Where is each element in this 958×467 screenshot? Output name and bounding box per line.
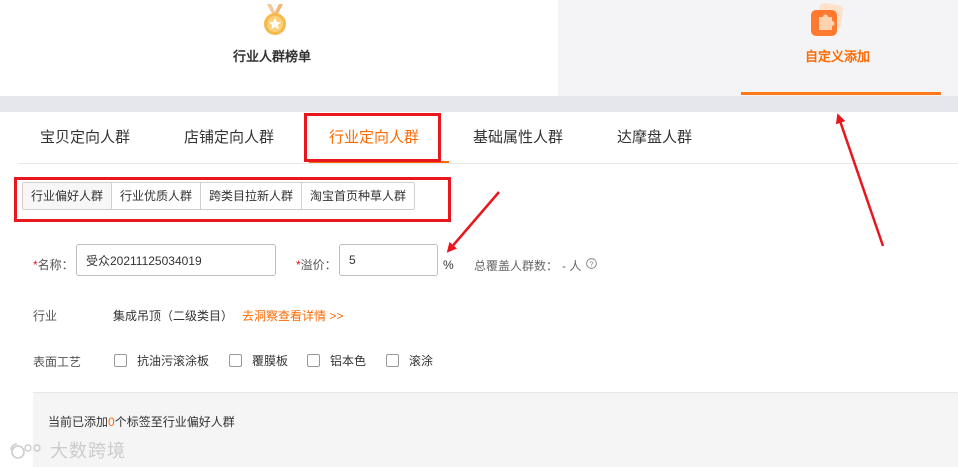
tab-industry-ranking-label: 行业人群榜单 bbox=[233, 49, 312, 64]
subtab-cross-category[interactable]: 跨类目拉新人群 bbox=[201, 183, 303, 209]
tab-custom-add[interactable]: 自定义添加 bbox=[558, 0, 958, 96]
tab-industry-targeting[interactable]: 行业定向人群 bbox=[329, 112, 419, 164]
watermark: 大数跨境 bbox=[8, 437, 126, 463]
sub-tabs: 行业偏好人群 行业优质人群 跨类目拉新人群 淘宝首页种草人群 bbox=[22, 182, 416, 210]
selected-tags-panel: 当前已添加0个标签至行业偏好人群 bbox=[33, 392, 958, 467]
section-divider bbox=[0, 96, 958, 112]
puzzle-icon bbox=[811, 3, 843, 36]
active-mode-underline bbox=[741, 92, 941, 95]
category-tabs: 宝贝定向人群 店铺定向人群 行业定向人群 基础属性人群 达摩盘人群 bbox=[18, 112, 958, 164]
mode-tabs: 行业人群榜单 自定义添加 bbox=[0, 0, 958, 96]
checkbox[interactable] bbox=[386, 354, 399, 367]
help-icon[interactable]: ? bbox=[586, 258, 597, 269]
surface-option-aluminum[interactable]: 铝本色 bbox=[307, 352, 366, 369]
premium-label: *溢价： bbox=[296, 258, 337, 272]
surface-option-roll-coating[interactable]: 滚涂 bbox=[386, 352, 433, 369]
tab-basic-attributes[interactable]: 基础属性人群 bbox=[473, 112, 563, 164]
svg-text:?: ? bbox=[589, 259, 593, 268]
checkbox[interactable] bbox=[114, 354, 127, 367]
tab-item-targeting[interactable]: 宝贝定向人群 bbox=[40, 112, 130, 164]
subtab-industry-preference[interactable]: 行业偏好人群 bbox=[23, 183, 113, 209]
medal-icon bbox=[264, 4, 286, 35]
watermark-text: 大数跨境 bbox=[50, 441, 126, 461]
surface-option-laminated[interactable]: 覆膜板 bbox=[229, 352, 288, 369]
subtab-industry-quality[interactable]: 行业优质人群 bbox=[112, 183, 202, 209]
industry-label: 行业 bbox=[33, 309, 58, 323]
watermark-logo-icon bbox=[10, 443, 41, 459]
tab-industry-ranking[interactable]: 行业人群榜单 bbox=[0, 0, 558, 96]
subtab-taobao-homepage[interactable]: 淘宝首页种草人群 bbox=[302, 183, 414, 209]
tab-damopan[interactable]: 达摩盘人群 bbox=[617, 112, 692, 164]
insight-detail-link[interactable]: 去洞察查看详情 >> bbox=[242, 307, 343, 324]
active-category-underline bbox=[309, 161, 449, 163]
surface-label: 表面工艺 bbox=[33, 355, 82, 369]
coverage-label: 总覆盖人群数： bbox=[474, 259, 559, 273]
tab-shop-targeting[interactable]: 店铺定向人群 bbox=[184, 112, 274, 164]
selected-tags-summary: 当前已添加0个标签至行业偏好人群 bbox=[48, 415, 235, 429]
arrow-to-premium bbox=[446, 191, 500, 253]
surface-option-anti-oil[interactable]: 抗油污滚涂板 bbox=[114, 352, 209, 369]
coverage-value: - 人 bbox=[562, 259, 582, 273]
premium-input[interactable] bbox=[339, 244, 438, 276]
name-label: *名称： bbox=[33, 258, 74, 272]
name-input[interactable] bbox=[76, 244, 276, 276]
checkbox[interactable] bbox=[307, 354, 320, 367]
premium-unit: % bbox=[443, 258, 454, 272]
checkbox[interactable] bbox=[229, 354, 242, 367]
industry-value: 集成吊顶（二级类目） bbox=[113, 309, 234, 323]
tab-custom-add-label: 自定义添加 bbox=[805, 49, 871, 64]
